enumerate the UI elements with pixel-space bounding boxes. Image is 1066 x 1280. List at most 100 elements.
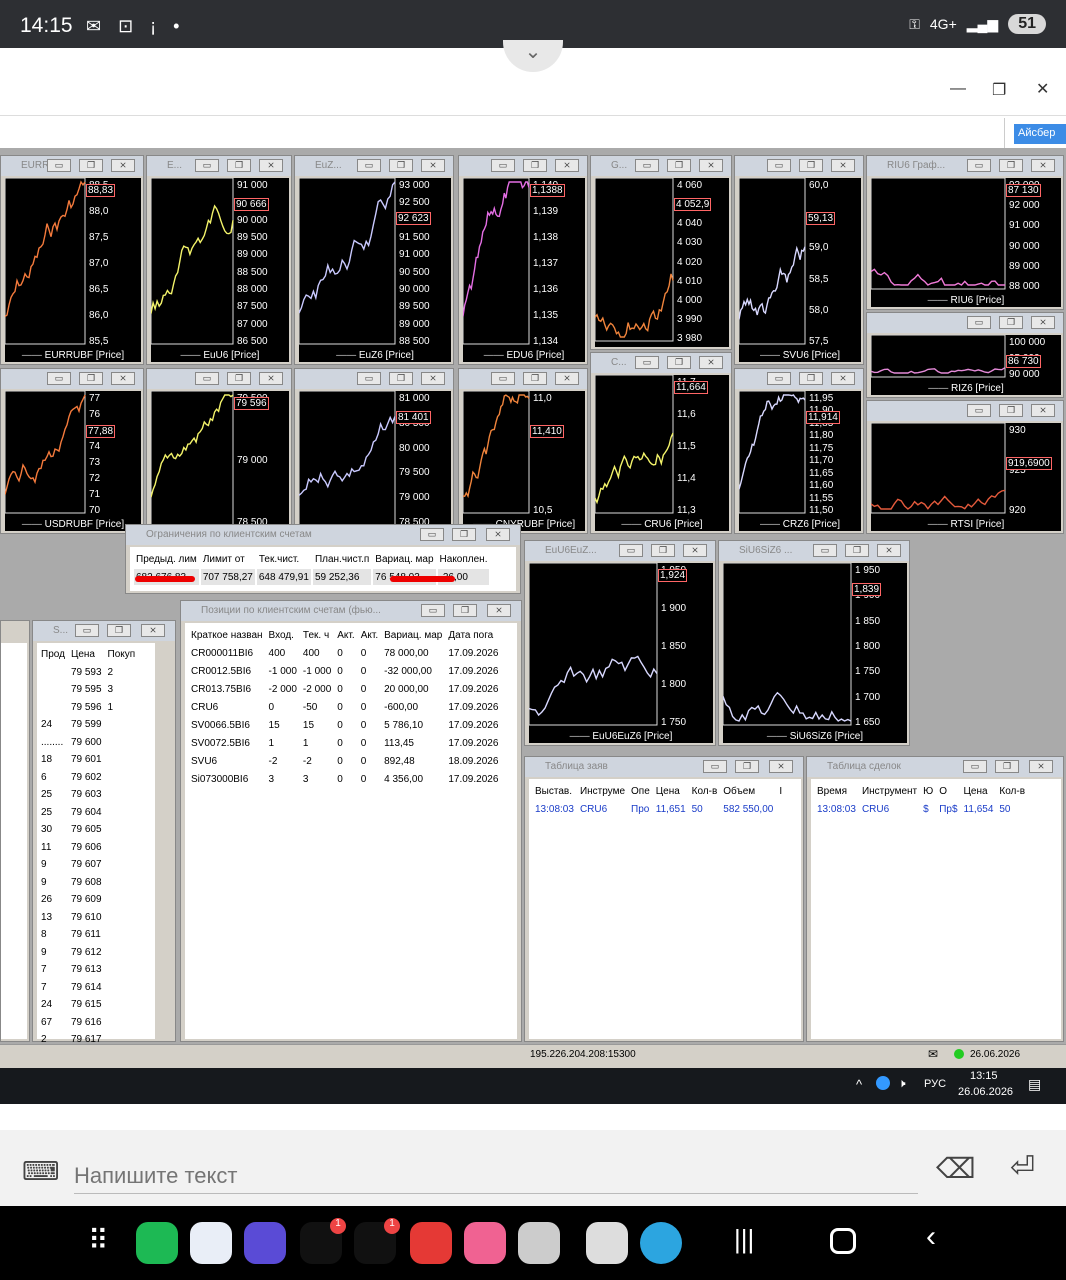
- volume-icon[interactable]: 🕨: [898, 1076, 906, 1091]
- price-chart[interactable]: 11,711,611,511,411,311,664CRU6 [Price]: [595, 375, 729, 531]
- table-row[interactable]: Si073000BI6 3 3 0 0 4 356,00 17.09.2026: [189, 771, 500, 787]
- minimize-button[interactable]: ▭: [195, 159, 219, 172]
- table-row[interactable]: 13 79 610: [39, 910, 137, 926]
- close-button[interactable]: ⨯: [111, 372, 135, 385]
- close-button[interactable]: ⨯: [259, 159, 283, 172]
- chart-window-c1[interactable]: EURRU...⨯❐▭88,588,087,587,086,586,085,58…: [0, 155, 144, 365]
- restore-button[interactable]: ❐: [389, 372, 413, 385]
- table-row[interactable]: 79 596 1: [39, 700, 137, 716]
- table-row[interactable]: 9 79 607: [39, 857, 137, 873]
- close-button[interactable]: ⨯: [1031, 159, 1055, 172]
- price-chart[interactable]: 91 00090 50090 00089 50089 00088 50088 0…: [151, 178, 289, 362]
- price-chart[interactable]: 777675747372717077,88USDRUBF [Price]: [5, 391, 141, 531]
- price-chart[interactable]: 930925920919,6900RTSI [Price]: [871, 423, 1061, 531]
- chevron-down-icon[interactable]: ⌄: [503, 40, 563, 72]
- table-row[interactable]: 9 79 608: [39, 875, 137, 891]
- close-button[interactable]: ⨯: [421, 159, 445, 172]
- minimize-button[interactable]: ▭: [47, 372, 71, 385]
- restore-button[interactable]: ❐: [999, 159, 1023, 172]
- positions-window[interactable]: Позиции по клиентским счетам (фью... ▭ ❐…: [180, 600, 522, 1042]
- table-row[interactable]: 18 79 601: [39, 752, 137, 768]
- close-button[interactable]: ⨯: [555, 159, 579, 172]
- close-button[interactable]: ⨯: [877, 544, 901, 557]
- minimize-button[interactable]: ▭: [767, 159, 791, 172]
- price-chart[interactable]: 81 00080 50080 00079 50079 00078 50081 4…: [299, 391, 451, 531]
- recents-icon[interactable]: |||: [734, 1224, 754, 1255]
- restore-button[interactable]: ❐: [523, 372, 547, 385]
- restore-button[interactable]: ❐: [79, 372, 103, 385]
- table-row[interactable]: 9 79 612: [39, 945, 137, 961]
- table-row[interactable]: 24 79 599: [39, 717, 137, 733]
- close-button[interactable]: ⨯: [831, 372, 855, 385]
- restore-button[interactable]: ❐: [845, 544, 869, 557]
- chart-window-c14[interactable]: ⨯ ❐ ▭ 11,9511,9011,8511,8011,7511,7011,6511…: [734, 368, 864, 534]
- close-button[interactable]: ⨯: [1029, 760, 1053, 773]
- table-row[interactable]: 25 79 604: [39, 805, 137, 821]
- restore-button[interactable]: ❐: [523, 159, 547, 172]
- minimize-button[interactable]: ▭: [420, 528, 444, 541]
- chart-window-c13[interactable]: C...⨯❐▭11,711,611,511,411,311,664CRU6 [P…: [590, 352, 732, 534]
- minimize-button[interactable]: ▭: [767, 372, 791, 385]
- restore-button[interactable]: ❐: [651, 544, 675, 557]
- browser-app-icon[interactable]: [244, 1222, 286, 1264]
- telegram-app-icon[interactable]: [640, 1222, 682, 1264]
- restore-button[interactable]: ❐: [227, 372, 251, 385]
- price-chart[interactable]: 1,1401,1391,1381,1371,1361,1351,1341,138…: [463, 178, 585, 362]
- close-button[interactable]: ⨯: [831, 159, 855, 172]
- chart-window-c15[interactable]: ⨯❐▭930925920919,6900RTSI [Price]: [866, 400, 1064, 534]
- minimize-button[interactable]: ▭: [963, 760, 987, 773]
- chart-window-c3[interactable]: EuZ...⨯❐▭93 00092 50092 00091 50091 0009…: [294, 155, 454, 365]
- screenshot-app-icon[interactable]: [586, 1222, 628, 1264]
- minimize-button[interactable]: ▭: [703, 760, 727, 773]
- table-row[interactable]: 7 79 613: [39, 962, 137, 978]
- orderbook-window[interactable]: S... ▭ ❐ ⨯ Прод Цена Покуп 79 593 2 79 595 3 79…: [32, 620, 176, 1063]
- restore-button[interactable]: ❐: [799, 372, 823, 385]
- table-row[interactable]: CR0012.5BI6 -1 000 -1 000 0 0 -32 000,00 17.09…: [189, 663, 500, 679]
- chart-window-c8[interactable]: ⨯❐▭100 00095 00090 00086 730RIZ6 [Price]: [866, 312, 1064, 398]
- restore-button[interactable]: ❐: [389, 159, 413, 172]
- table-row[interactable]: CR000011BI6 400 400 0 0 78 000,00 17.09.2026: [189, 645, 500, 661]
- table-row[interactable]: 25 79 603: [39, 787, 137, 803]
- message-input[interactable]: [74, 1158, 918, 1194]
- restore-button[interactable]: ❐: [735, 760, 759, 773]
- minimize-button[interactable]: ▭: [491, 159, 515, 172]
- close-button[interactable]: ⨯: [1031, 316, 1055, 329]
- price-chart[interactable]: 93 00092 00091 00090 00089 00088 00087 1…: [871, 178, 1061, 307]
- price-chart[interactable]: 88,588,087,587,086,586,085,588,83EURRUBF…: [5, 178, 141, 362]
- close-button[interactable]: ⨯: [421, 372, 445, 385]
- chevron-up-icon[interactable]: ^: [856, 1077, 862, 1092]
- close-button[interactable]: ⨯: [486, 528, 510, 541]
- table-row[interactable]: 13:08:03 CRU6 Про 11,651 50 582 550,00: [533, 801, 784, 817]
- keyboard-icon[interactable]: ⌨: [22, 1156, 60, 1187]
- close-button[interactable]: ⨯: [141, 624, 165, 637]
- table-row[interactable]: 24 79 615: [39, 997, 137, 1013]
- restore-button[interactable]: ❐: [667, 356, 691, 369]
- back-icon[interactable]: ‹: [926, 1220, 936, 1254]
- limits-window[interactable]: Ограничения по клиентским счетам ▭ ❐ ⨯ П…: [125, 524, 521, 594]
- table-row[interactable]: SV0072.5BI6 1 1 0 0 113,45 17.09.2026: [189, 735, 500, 751]
- table-row[interactable]: ........ 79 600: [39, 735, 137, 751]
- chart-window-c10[interactable]: ⨯ ❐ ▭ 79 50079 00078 50079 596: [146, 368, 292, 534]
- close-button[interactable]: ⨯: [487, 604, 511, 617]
- restore-button[interactable]: ❐: [995, 760, 1019, 773]
- language-indicator[interactable]: РУС: [924, 1078, 946, 1090]
- table-row[interactable]: 8 79 611: [39, 927, 137, 943]
- table-row[interactable]: CR013.75BI6 -2 000 -2 000 0 0 20 000,00 17.09.…: [189, 681, 500, 697]
- close-button[interactable]: ✕: [1036, 79, 1049, 99]
- table-row[interactable]: 6 79 602: [39, 770, 137, 786]
- close-button[interactable]: ⨯: [699, 159, 723, 172]
- minimize-button[interactable]: ▭: [357, 372, 381, 385]
- restore-button[interactable]: ❐: [79, 159, 103, 172]
- restore-button[interactable]: ❐: [107, 624, 131, 637]
- notes-app-icon[interactable]: [410, 1222, 452, 1264]
- mail-icon[interactable]: ✉: [928, 1047, 938, 1061]
- price-chart[interactable]: 1 9501 9001 8501 8001 7501 7001 6501,839…: [723, 563, 907, 743]
- aisberg-tab[interactable]: Айсбер: [1014, 124, 1066, 144]
- minimize-button[interactable]: ▭: [75, 624, 99, 637]
- price-chart[interactable]: 93 00092 50092 00091 50091 00090 50090 0…: [299, 178, 451, 362]
- chart-window-c7[interactable]: RIU6 Граф...⨯❐▭93 00092 00091 00090 0008…: [866, 155, 1064, 310]
- minimize-button[interactable]: ▭: [195, 372, 219, 385]
- price-chart[interactable]: 79 50079 00078 50079 596: [151, 391, 289, 531]
- chart-window-c9[interactable]: ⨯ ❐ ▭ 777675747372717077,88USDRUBF [Price]: [0, 368, 144, 534]
- minimize-button[interactable]: —: [950, 80, 966, 98]
